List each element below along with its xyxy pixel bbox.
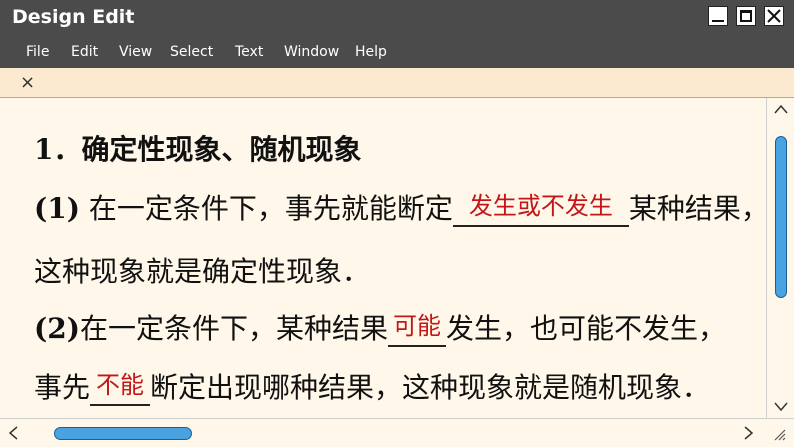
line2-suffix: 某种结果， [628,192,766,225]
minimize-button[interactable] [708,6,728,26]
text-line-3: 这种现象就是确定性现象． [34,250,370,290]
line4-suffix: 发生，也可能不发生， [446,312,727,345]
item-number-2: (2) [34,312,80,345]
heading-text: 1．确定性现象、随机现象 [34,133,362,166]
menu-file[interactable]: File [26,44,49,60]
menu-text[interactable]: Text [235,44,263,60]
maximize-button[interactable] [736,6,756,26]
text-line-5: 事先 不能 断定出现哪种结果，这种现象就是随机现象． [34,366,710,406]
scroll-left-icon[interactable] [8,426,18,440]
horizontal-scrollbar[interactable] [0,418,794,447]
scroll-down-icon[interactable] [774,402,788,412]
line2-text: 在一定条件下，事先就能断定 [79,192,453,225]
vertical-scrollbar[interactable] [766,98,794,418]
menu-help[interactable]: Help [355,44,387,60]
line5-suffix: 断定出现哪种结果，这种现象就是随机现象． [150,371,711,404]
line4-text: 在一定条件下，某种结果 [79,312,388,345]
tab-bar: × [0,68,794,98]
menu-edit[interactable]: Edit [71,44,98,60]
close-window-button[interactable] [764,6,784,26]
answer-text-1: 发生或不发生 [468,192,613,220]
line5-text: 事先 [34,371,91,404]
title-bar[interactable]: Design Edit [0,0,794,36]
text-line-2: (1) 在一定条件下，事先就能断定 发生或不发生 某种结果， [34,187,766,227]
answer-blank-1: 发生或不发生 [452,192,629,227]
menu-window[interactable]: Window [284,44,339,60]
minimize-icon [712,20,724,22]
vertical-scroll-thumb[interactable] [775,136,787,298]
menu-select[interactable]: Select [170,44,213,60]
answer-text-2: 可能 [393,312,441,340]
answer-blank-3: 不能 [90,371,151,406]
horizontal-scroll-thumb[interactable] [54,427,192,440]
scroll-up-icon[interactable] [774,104,788,114]
close-icon [767,9,781,23]
maximize-icon [740,10,752,22]
scroll-right-icon[interactable] [744,426,754,440]
text-line-4: (2)在一定条件下，某种结果 可能 发生，也可能不发生， [34,307,726,347]
resize-grip-icon[interactable] [770,425,786,441]
line3-text: 这种现象就是确定性现象． [34,255,371,288]
answer-blank-2: 可能 [388,312,446,347]
menu-view[interactable]: View [119,44,152,60]
text-line-1: 1．确定性现象、随机现象 [34,128,361,168]
tab-close-icon[interactable]: × [20,72,35,93]
app-window: Design Edit File Edit View Select Text W… [0,0,794,447]
document-area[interactable]: 1．确定性现象、随机现象 (1) 在一定条件下，事先就能断定 发生或不发生 某种结果… [0,98,766,418]
menu-bar: File Edit View Select Text Window Help [0,36,794,68]
answer-text-3: 不能 [96,371,145,399]
window-title: Design Edit [12,6,135,28]
item-number-1: (1) [34,192,80,225]
